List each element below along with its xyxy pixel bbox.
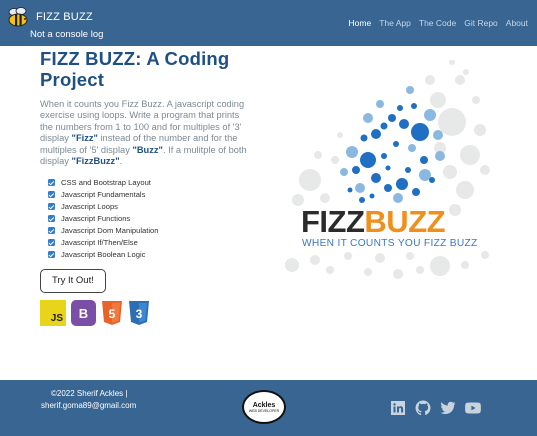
footer: ©2022 Sherif Ackles | sherif.goma89@gmai… xyxy=(0,380,537,436)
brand[interactable]: FIZZ BUZZ xyxy=(6,6,93,28)
checkbox-icon xyxy=(48,214,55,222)
brand-name: FIZZ BUZZ xyxy=(36,11,93,23)
checkbox-icon xyxy=(48,238,55,246)
feature-item: Javascript Functions xyxy=(40,212,270,224)
checkbox-icon xyxy=(48,190,55,198)
page-title: FIZZ BUZZ: A Coding Project xyxy=(40,48,230,90)
feature-item: Javascript Dom Manipulation xyxy=(40,224,270,236)
twitter-icon[interactable] xyxy=(440,400,456,416)
social-links xyxy=(390,400,481,416)
bee-logo-icon xyxy=(8,7,28,27)
feature-label: CSS and Bootstrap Layout xyxy=(61,177,151,187)
feature-label: Javascript Functions xyxy=(61,213,131,223)
feature-item: Javascript If/Then/Else xyxy=(40,236,270,248)
github-icon[interactable] xyxy=(415,400,431,416)
nav-link-home[interactable]: Home xyxy=(349,18,372,28)
checkbox-icon xyxy=(48,250,55,258)
youtube-icon[interactable] xyxy=(465,400,481,416)
feature-item: Javascript Loops xyxy=(40,200,270,212)
css3-label: 3 xyxy=(136,307,143,321)
intro-section: FIZZ BUZZ: A Coding Project When it coun… xyxy=(40,48,270,327)
fizzbuzz-highlight: "FizzBuzz" xyxy=(71,156,120,167)
css3-icon: 3 xyxy=(128,300,150,326)
buzz-word: BUZZ xyxy=(364,204,446,239)
project-description: When it counts you Fizz Buzz. A javascri… xyxy=(40,99,254,167)
description-text: . xyxy=(119,156,123,167)
checkbox-icon xyxy=(48,226,55,234)
try-it-out-button[interactable]: Try It Out! xyxy=(40,269,106,294)
nav-link-the-app[interactable]: The App xyxy=(379,18,411,28)
feature-label: Javascript Boolean Logic xyxy=(61,249,146,259)
feature-label: Javascript Fundamentals xyxy=(61,189,146,199)
nav-link-about[interactable]: About xyxy=(506,18,528,28)
logo-subtitle: WHEN IT COUNTS YOU FIZZ BUZZ xyxy=(302,238,478,249)
feature-label: Javascript Dom Manipulation xyxy=(61,225,159,235)
html5-label: 5 xyxy=(109,307,116,321)
feature-item: Javascript Fundamentals xyxy=(40,188,270,200)
logo-name: Ackles xyxy=(252,401,276,409)
navbar: FIZZ BUZZ Not a console log Home The App… xyxy=(0,0,537,46)
footer-email[interactable]: sherif.goma89@gmail.com xyxy=(41,401,136,410)
copyright: ©2022 Sherif Ackles | sherif.goma89@gmai… xyxy=(41,388,151,412)
nav-link-the-code[interactable]: The Code xyxy=(419,18,456,28)
linkedin-icon[interactable] xyxy=(390,400,406,416)
fizz-highlight: "Fizz" xyxy=(71,133,98,144)
feature-item: CSS and Bootstrap Layout xyxy=(40,176,270,188)
copyright-text: ©2022 Sherif Ackles | xyxy=(51,389,128,398)
checkbox-icon xyxy=(48,178,55,186)
fizzbuzz-wordmark: FIZZBUZZ xyxy=(301,204,446,239)
logo-sub: WEB DEVELOPER xyxy=(248,408,280,413)
html5-icon: 5 xyxy=(101,300,123,326)
buzz-highlight: "Buzz" xyxy=(132,144,163,155)
tech-icons: JS B 5 3 xyxy=(40,300,270,327)
bootstrap-icon: B xyxy=(71,300,96,327)
fizz-word: FIZZ xyxy=(301,204,365,239)
feature-item: Javascript Boolean Logic xyxy=(40,248,270,260)
main-nav: Home The App The Code Git Repo About xyxy=(349,18,528,28)
ackles-logo[interactable]: Ackles WEB DEVELOPER xyxy=(242,390,286,424)
nav-link-git-repo[interactable]: Git Repo xyxy=(464,18,498,28)
tagline: Not a console log xyxy=(30,29,104,40)
javascript-icon: JS xyxy=(40,300,66,327)
feature-label: Javascript If/Then/Else xyxy=(61,237,138,247)
feature-label: Javascript Loops xyxy=(61,201,118,211)
checkbox-icon xyxy=(48,202,55,210)
feature-list: CSS and Bootstrap Layout Javascript Fund… xyxy=(40,176,270,260)
